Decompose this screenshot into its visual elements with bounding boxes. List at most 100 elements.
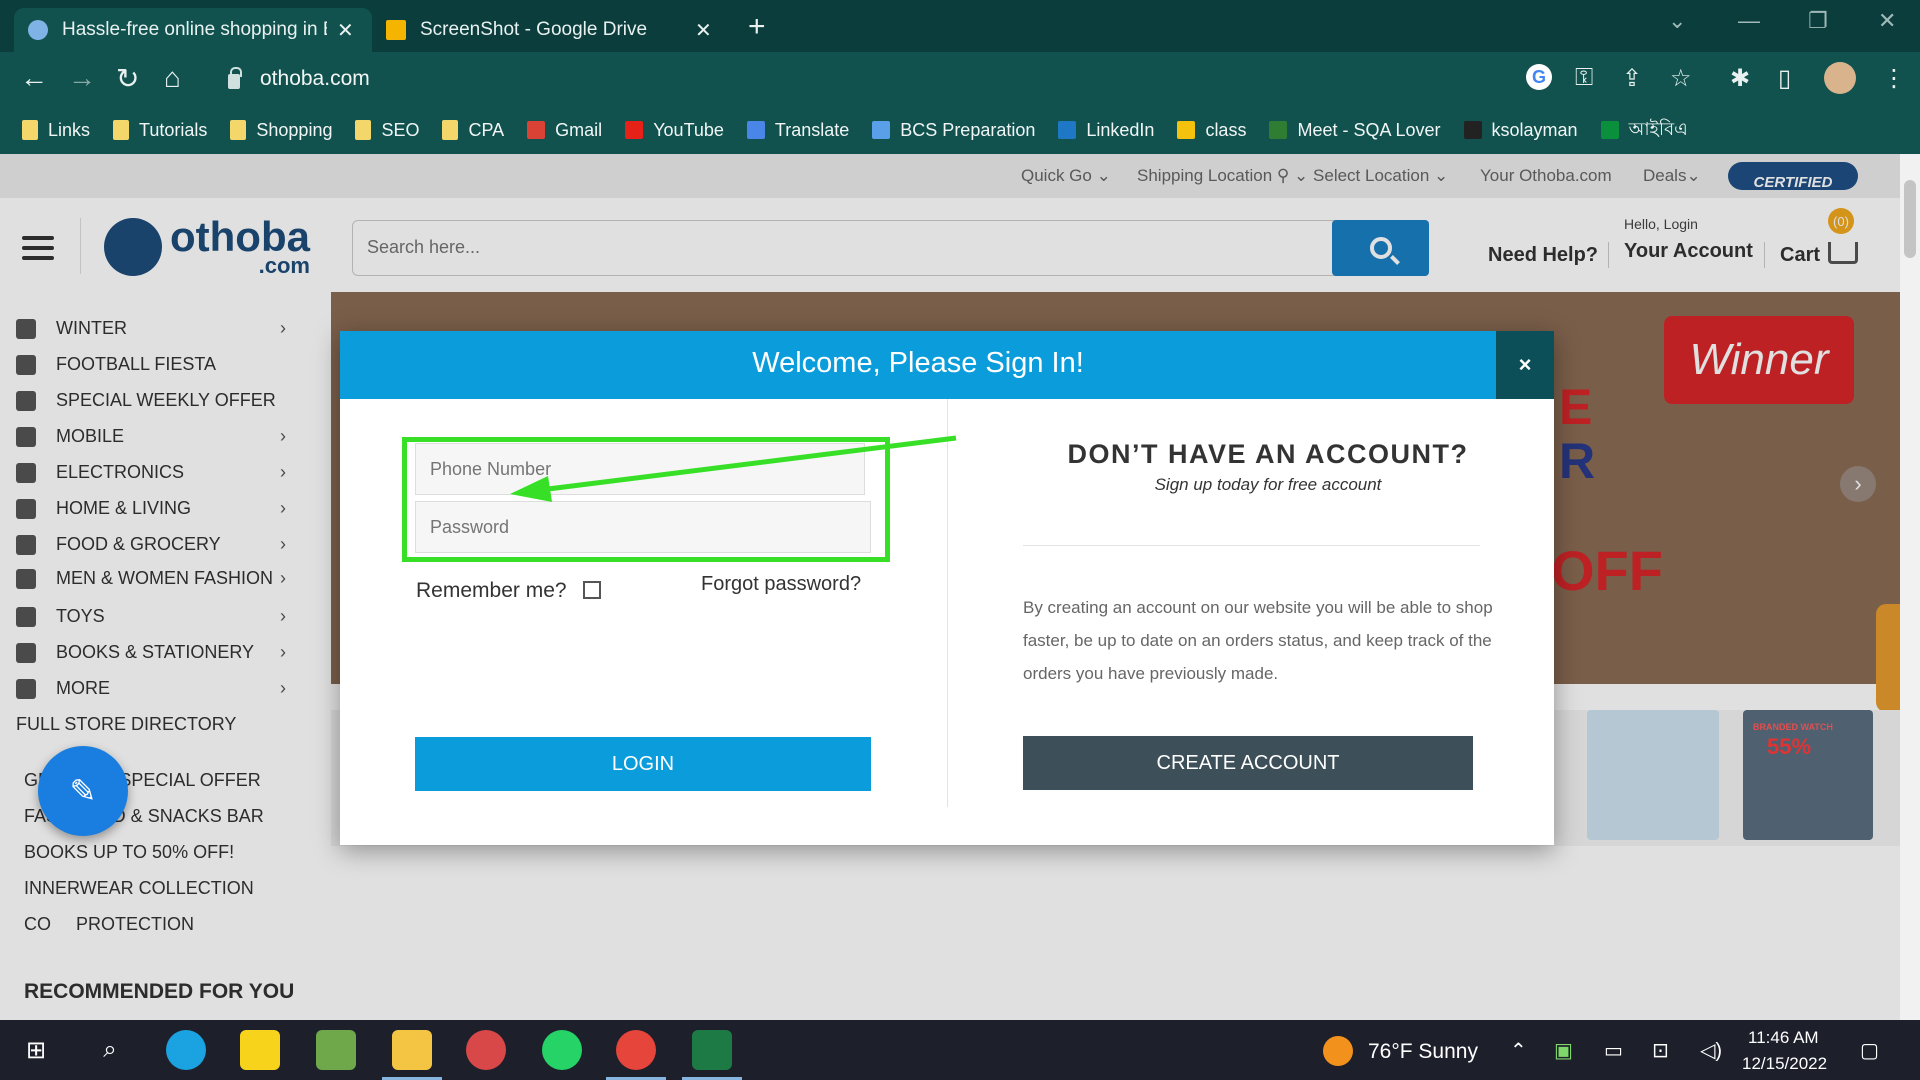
search-icon[interactable]: ⌕ <box>90 1030 130 1070</box>
bookmark-item[interactable]: Translate <box>746 120 849 141</box>
bookmark-item[interactable]: আইবিএ <box>1600 115 1688 146</box>
share-icon[interactable]: ⇪ <box>1622 64 1642 93</box>
modal-divider <box>1023 545 1480 546</box>
restore-icon[interactable]: ❐ <box>1808 8 1828 34</box>
paint-icon[interactable] <box>316 1030 356 1070</box>
chrome-icon[interactable] <box>606 1030 666 1080</box>
sticky-notes-icon[interactable] <box>240 1030 280 1070</box>
bookmarks-bar: Links Tutorials Shopping SEO CPA Gmail YouTube… <box>0 106 1920 154</box>
profile-avatar[interactable] <box>1824 62 1856 94</box>
windows-start-icon[interactable]: ⊞ <box>16 1030 56 1070</box>
linkedin-icon <box>1058 121 1077 139</box>
bookmark-star-icon[interactable]: ☆ <box>1670 64 1692 93</box>
bookmark-item[interactable]: YouTube <box>625 120 724 141</box>
bookmark-label: BCS Preparation <box>900 119 1036 140</box>
create-account-button[interactable]: CREATE ACCOUNT <box>1023 736 1473 790</box>
reload-icon[interactable]: ↻ <box>116 62 139 95</box>
youtube-icon <box>625 121 644 139</box>
bookmark-item[interactable]: Links <box>22 120 90 141</box>
edge-icon[interactable] <box>166 1030 206 1070</box>
back-icon[interactable]: ← <box>20 62 48 94</box>
tab-search-icon[interactable]: ⌄ <box>1668 8 1686 34</box>
remember-me-label[interactable]: Remember me? <box>416 579 567 603</box>
tab-google-drive[interactable]: ScreenShot - Google Drive ✕ <box>372 8 730 52</box>
clock-time[interactable]: 11:46 AM <box>1748 1028 1819 1048</box>
bookmark-label: YouTube <box>653 119 724 140</box>
bookmark-label: Shopping <box>256 119 333 140</box>
gmail-icon <box>527 121 546 139</box>
chat-fab-button[interactable]: ✎ <box>38 746 128 836</box>
key-icon[interactable]: ⚿ <box>1575 64 1593 92</box>
bookmark-label: ksolayman <box>1491 119 1578 140</box>
weather-sun-icon[interactable] <box>1323 1036 1353 1066</box>
google-drive-icon <box>386 20 406 40</box>
bookmark-item[interactable]: class <box>1177 120 1246 141</box>
file-explorer-icon[interactable] <box>382 1030 442 1080</box>
bookmark-item[interactable]: ksolayman <box>1463 119 1578 141</box>
browser-toolbar: ← → ↻ ⌂ othoba.com G ⚿ ⇪ ☆ ✱ ▯ ⋮ <box>0 52 1920 106</box>
othoba-favicon-icon <box>28 20 48 40</box>
no-account-heading: DON’T HAVE AN ACCOUNT? <box>1067 439 1469 469</box>
forgot-password-link[interactable]: Forgot password? <box>701 573 861 596</box>
notifications-icon[interactable]: ▢ <box>1860 1038 1879 1063</box>
bookmark-label: Tutorials <box>139 119 208 140</box>
meet-icon <box>1269 121 1288 139</box>
new-tab-button[interactable]: + <box>748 10 766 44</box>
snipping-tool-icon[interactable] <box>466 1030 506 1070</box>
bookmark-label: LinkedIn <box>1086 119 1155 140</box>
bookmark-item[interactable]: CPA <box>442 120 504 141</box>
tab-othoba[interactable]: Hassle-free online shopping in Ba ✕ <box>14 8 372 52</box>
bookmark-item[interactable]: Gmail <box>527 120 602 141</box>
url-text: othoba.com <box>260 67 370 90</box>
iba-icon <box>1600 121 1619 139</box>
home-icon[interactable]: ⌂ <box>164 62 181 94</box>
bookmark-label: Links <box>48 119 91 140</box>
folder-icon <box>230 120 247 140</box>
close-tab-icon[interactable]: ✕ <box>695 18 712 43</box>
browser-tab-bar: Hassle-free online shopping in Ba ✕ Scre… <box>0 0 1920 52</box>
account-benefit-text: By creating an account on our website yo… <box>1023 598 1493 683</box>
bookmark-item[interactable]: Tutorials <box>113 120 207 141</box>
side-panel-icon[interactable]: ▯ <box>1778 64 1791 93</box>
book-icon <box>872 121 891 139</box>
bookmark-item[interactable]: BCS Preparation <box>872 120 1035 141</box>
chevron-up-icon[interactable]: ⌃ <box>1510 1038 1527 1063</box>
google-lens-icon[interactable]: G <box>1526 64 1552 90</box>
page-scrollbar[interactable] <box>1900 154 1920 1020</box>
bookmark-item[interactable]: Shopping <box>230 120 332 141</box>
extensions-icon[interactable]: ✱ <box>1730 64 1750 93</box>
login-button[interactable]: LOGIN <box>415 737 871 791</box>
clock-date[interactable]: 12/15/2022 <box>1742 1054 1827 1074</box>
volume-icon[interactable]: ◁) <box>1700 1038 1722 1063</box>
classroom-icon <box>1177 121 1196 139</box>
tab-title: ScreenShot - Google Drive <box>420 19 648 40</box>
github-icon <box>1463 121 1482 139</box>
bookmark-item[interactable]: SEO <box>355 120 419 141</box>
folder-icon <box>113 120 130 140</box>
weather-text[interactable]: 76°F Sunny <box>1368 1040 1478 1064</box>
forward-icon[interactable]: → <box>68 62 96 94</box>
bookmark-label: class <box>1205 119 1247 140</box>
bookmark-item[interactable]: LinkedIn <box>1058 120 1154 141</box>
bookmark-label: CPA <box>468 119 505 140</box>
whatsapp-icon[interactable] <box>542 1030 582 1070</box>
close-icon[interactable]: × <box>1496 331 1554 399</box>
annotation-highlight-box <box>402 437 890 562</box>
close-window-icon[interactable]: ✕ <box>1878 8 1896 34</box>
scrollbar-thumb[interactable] <box>1904 180 1916 258</box>
modal-header: Welcome, Please Sign In! × <box>340 331 1554 399</box>
battery-icon[interactable]: ▭ <box>1604 1038 1623 1063</box>
excel-icon[interactable] <box>682 1030 742 1080</box>
close-tab-icon[interactable]: ✕ <box>337 18 354 43</box>
bookmark-item[interactable]: Meet - SQA Lover <box>1269 120 1441 141</box>
remember-me-checkbox[interactable] <box>583 581 601 599</box>
minimize-icon[interactable]: — <box>1738 8 1760 34</box>
translate-icon <box>746 121 765 139</box>
bookmark-label: Gmail <box>555 119 603 140</box>
tab-title: Hassle-free online shopping in Ba <box>62 19 327 40</box>
app-tray-icon[interactable]: ▣ <box>1554 1038 1573 1063</box>
address-bar[interactable]: othoba.com <box>212 58 1572 100</box>
network-icon[interactable]: ⊡ <box>1652 1038 1669 1063</box>
menu-kebab-icon[interactable]: ⋮ <box>1882 64 1906 93</box>
bookmark-label: SEO <box>381 119 420 140</box>
